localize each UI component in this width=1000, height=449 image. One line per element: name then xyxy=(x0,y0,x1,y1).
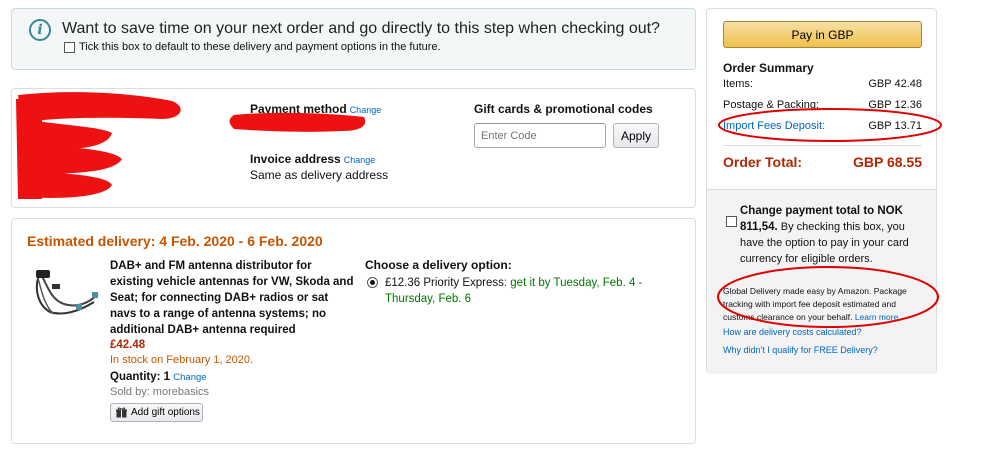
estimated-delivery: Estimated delivery: 4 Feb. 2020 - 6 Feb.… xyxy=(27,233,323,249)
quantity: Quantity: 1 Change xyxy=(110,371,207,383)
global-delivery-text: Global Delivery made easy by Amazon. Pac… xyxy=(723,286,907,322)
summary-divider xyxy=(723,145,922,146)
payment-method-change-link[interactable]: Change xyxy=(350,105,382,115)
import-fees-link[interactable]: Import Fees Deposit: xyxy=(723,120,825,132)
payment-method-label: Payment method Change xyxy=(250,102,382,116)
sold-by: Sold by: morebasics xyxy=(110,386,210,398)
apply-button[interactable]: Apply xyxy=(613,123,659,148)
default-options-checkbox[interactable] xyxy=(64,41,75,53)
invoice-address-value: Same as delivery address xyxy=(250,168,389,182)
delivery-option-radio[interactable] xyxy=(367,277,378,288)
nok-currency-text: Change payment total to NOK 811,54. By c… xyxy=(740,205,909,265)
product-price: £42.48 xyxy=(110,339,146,351)
gift-cards-label: Gift cards & promotional codes xyxy=(474,102,653,116)
pay-in-gbp-button[interactable]: Pay in GBP xyxy=(723,21,922,48)
invoice-address-change-link[interactable]: Change xyxy=(344,155,376,165)
order-summary-title: Order Summary xyxy=(723,61,814,75)
stock-status: In stock on February 1, 2020. xyxy=(110,354,254,366)
payment-section: Payment method Change Invoice address Chan… xyxy=(11,88,696,208)
summary-row-items: Items: GBP 42.48 xyxy=(723,78,922,90)
banner-headline: Want to save time on your next order and… xyxy=(62,20,660,37)
product-title[interactable]: DAB+ and FM antenna distributor for exis… xyxy=(110,258,355,338)
order-total: Order Total: GBP 68.55 xyxy=(723,154,922,170)
summary-row-import-fees: Import Fees Deposit: GBP 13.71 xyxy=(723,120,922,132)
promo-code-input[interactable] xyxy=(474,123,606,148)
product-image xyxy=(35,270,99,315)
free-delivery-link[interactable]: Why didn't I qualify for FREE Delivery? xyxy=(723,345,878,355)
invoice-address-label: Invoice address Change xyxy=(250,152,376,166)
delivery-option-priority-express[interactable]: £12.36 Priority Express: get it by Tuesd… xyxy=(385,275,655,307)
delivery-section: Estimated delivery: 4 Feb. 2020 - 6 Feb.… xyxy=(11,218,696,444)
default-options-row[interactable]: Tick this box to default to these delive… xyxy=(64,41,441,53)
gift-icon xyxy=(116,407,127,418)
summary-row-postage: Postage & Packing: GBP 12.36 xyxy=(723,99,922,111)
currency-section: Change payment total to NOK 811,54. By c… xyxy=(707,189,936,374)
add-gift-options-button[interactable]: Add gift options xyxy=(110,403,203,422)
delivery-costs-link[interactable]: How are delivery costs calculated? xyxy=(723,327,862,337)
save-time-banner: i Want to save time on your next order a… xyxy=(11,8,696,70)
learn-more-link[interactable]: Learn more xyxy=(855,312,898,322)
red-scribble-redaction xyxy=(16,92,181,199)
nok-currency-checkbox[interactable] xyxy=(726,216,737,227)
quantity-change-link[interactable]: Change xyxy=(173,372,206,383)
info-icon: i xyxy=(29,19,51,41)
delivery-option-label: Choose a delivery option: xyxy=(365,258,512,272)
default-options-label: Tick this box to default to these delive… xyxy=(79,41,441,53)
order-summary-panel: Pay in GBP Order Summary Items: GBP 42.48… xyxy=(706,8,937,374)
